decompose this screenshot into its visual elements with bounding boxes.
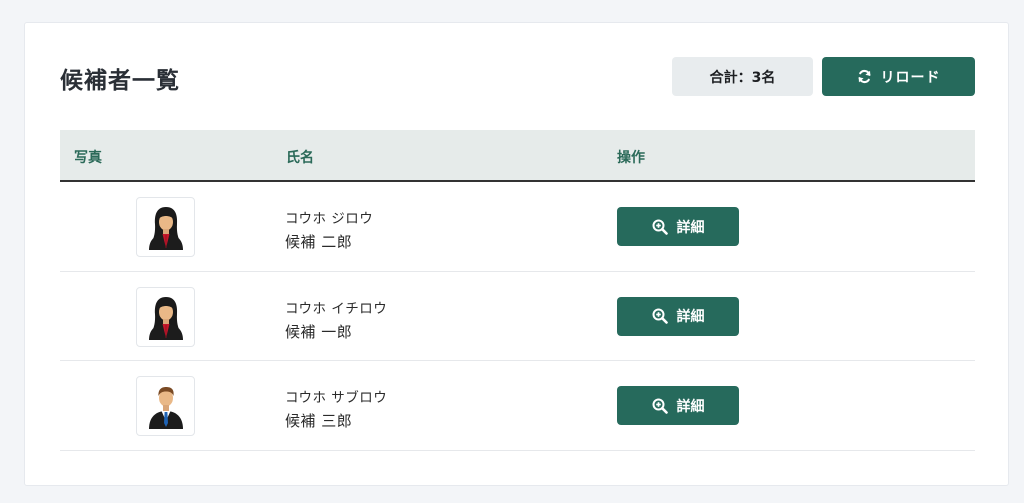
- candidate-kanji-name: 候補 二郎: [285, 233, 353, 251]
- candidate-list-card: 候補者一覧 合計：3名 リロード 写真 氏名 操作 コウホ ジロウ 候補 二郎 …: [24, 22, 1009, 486]
- candidate-table: 写真 氏名 操作 コウホ ジロウ 候補 二郎 詳細 コウホ イチロウ 候補 一郎…: [60, 130, 975, 451]
- table-row: コウホ イチロウ 候補 一郎 詳細: [60, 272, 975, 361]
- zoom-in-icon: [652, 398, 668, 414]
- table-row: コウホ サブロウ 候補 三郎 詳細: [60, 361, 975, 451]
- detail-button[interactable]: 詳細: [617, 207, 739, 246]
- zoom-in-icon: [652, 219, 668, 235]
- reload-button-label: リロード: [880, 69, 941, 86]
- male-avatar-icon: [136, 376, 195, 436]
- candidate-kana-name: コウホ ジロウ: [285, 211, 374, 227]
- candidate-kana-name: コウホ サブロウ: [285, 390, 388, 406]
- detail-button-label: 詳細: [676, 398, 705, 415]
- column-header-action: 操作: [617, 150, 645, 166]
- detail-button[interactable]: 詳細: [617, 296, 739, 336]
- total-count-badge: 合計：3名: [672, 57, 813, 96]
- candidate-kanji-name: 候補 三郎: [285, 412, 353, 430]
- column-header-photo: 写真: [74, 150, 102, 166]
- refresh-icon: [857, 69, 872, 84]
- female-avatar-icon: [136, 286, 195, 347]
- reload-button[interactable]: リロード: [822, 57, 975, 96]
- column-header-name: 氏名: [286, 150, 314, 166]
- table-row: コウホ ジロウ 候補 二郎 詳細: [60, 182, 975, 272]
- female-avatar-icon: [136, 197, 195, 257]
- candidate-kanji-name: 候補 一郎: [285, 322, 353, 341]
- zoom-in-icon: [652, 308, 668, 324]
- page-title: 候補者一覧: [60, 68, 180, 94]
- candidate-kana-name: コウホ イチロウ: [285, 300, 388, 317]
- detail-button-label: 詳細: [676, 219, 705, 236]
- detail-button-label: 詳細: [676, 309, 705, 325]
- detail-button[interactable]: 詳細: [617, 386, 739, 425]
- table-header: 写真 氏名 操作: [60, 130, 975, 182]
